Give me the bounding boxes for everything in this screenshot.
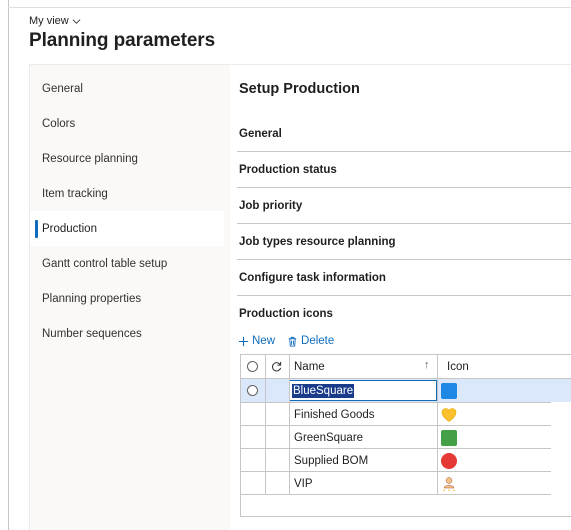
name-input[interactable]: BlueSquare: [289, 380, 437, 401]
nav-item-gantt-control-table-setup[interactable]: Gantt control table setup: [30, 246, 224, 281]
section-production-icons[interactable]: Production icons: [237, 296, 571, 332]
section-job-types-resource-planning[interactable]: Job types resource planning: [237, 224, 571, 260]
section-general[interactable]: General: [237, 116, 571, 152]
window-left-border: [8, 0, 9, 530]
nav-item-general[interactable]: General: [30, 71, 224, 106]
content-area: General Colors Resource planning Item tr…: [29, 64, 571, 530]
green-square-icon: [441, 426, 457, 449]
table-row[interactable]: GreenSquare: [241, 426, 551, 449]
nav-item-production[interactable]: Production: [30, 211, 224, 246]
plus-icon: [238, 336, 249, 346]
section-job-priority[interactable]: Job priority: [237, 188, 571, 224]
grid-toolbar: New Delete: [238, 335, 334, 347]
nav-item-item-tracking[interactable]: Item tracking: [30, 176, 224, 211]
new-button[interactable]: New: [238, 335, 275, 347]
row-name: Finished Goods: [294, 408, 375, 421]
panel-title: Setup Production: [239, 81, 360, 97]
section-production-status[interactable]: Production status: [237, 152, 571, 188]
row-name: Supplied BOM: [294, 454, 369, 467]
column-header-name[interactable]: Name: [294, 355, 325, 378]
setup-production-panel: Setup Production General Production stat…: [230, 65, 571, 530]
name-input-value: BlueSquare: [292, 383, 355, 398]
trash-icon: [288, 336, 297, 347]
nav-item-resource-planning[interactable]: Resource planning: [30, 141, 224, 176]
refresh-icon[interactable]: [271, 355, 282, 378]
page-header: My view Planning parameters: [29, 15, 215, 52]
yellow-heart-icon: [441, 403, 457, 426]
production-icons-grid: Name ↑ Icon BlueSquare Finished Goods Gr…: [240, 354, 571, 517]
column-header-icon[interactable]: Icon: [447, 355, 469, 378]
table-row[interactable]: BlueSquare: [241, 379, 571, 402]
row-radio[interactable]: [247, 379, 258, 402]
nav-item-colors[interactable]: Colors: [30, 106, 224, 141]
red-circle-icon: [441, 449, 457, 472]
chevron-down-icon: [72, 18, 81, 24]
nav-item-planning-properties[interactable]: Planning properties: [30, 281, 224, 316]
page-title: Planning parameters: [29, 30, 216, 51]
sort-ascending-icon[interactable]: ↑: [424, 359, 430, 371]
select-all-radio[interactable]: [247, 355, 258, 378]
table-row[interactable]: Finished Goods: [241, 403, 551, 426]
table-row[interactable]: VIP: [241, 472, 551, 495]
my-view-selector[interactable]: My view: [29, 15, 215, 27]
delete-button-label: Delete: [301, 335, 335, 347]
grid-header-row: Name ↑ Icon: [241, 355, 571, 378]
blue-square-icon: [441, 379, 457, 402]
row-name: VIP: [294, 477, 313, 490]
section-configure-task-information[interactable]: Configure task information: [237, 260, 571, 296]
row-name: GreenSquare: [294, 431, 364, 444]
my-view-label: My view: [29, 15, 69, 27]
vip-person-icon: [441, 472, 457, 495]
window-top-border: [8, 7, 571, 8]
new-button-label: New: [252, 335, 276, 347]
nav-item-number-sequences[interactable]: Number sequences: [30, 316, 224, 351]
delete-button[interactable]: Delete: [287, 335, 334, 347]
table-row[interactable]: Supplied BOM: [241, 449, 551, 472]
side-nav: General Colors Resource planning Item tr…: [30, 65, 224, 351]
